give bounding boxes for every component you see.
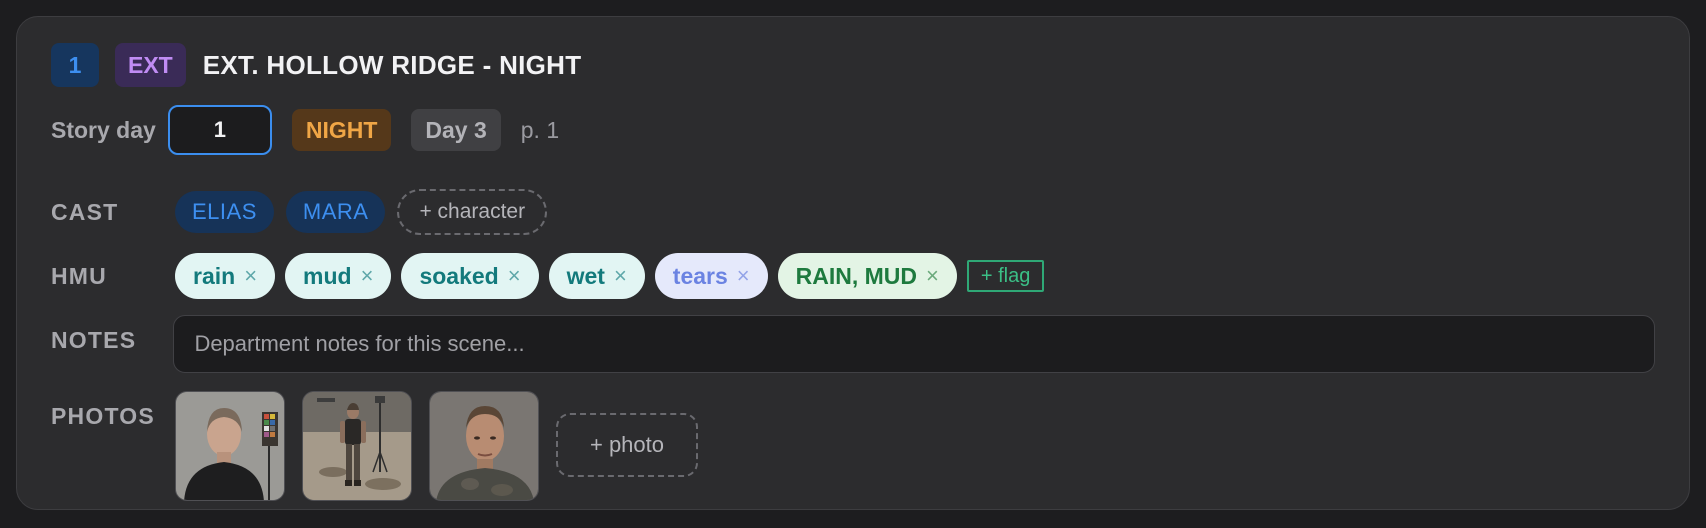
cast-chip[interactable]: ELIAS bbox=[175, 191, 274, 233]
full-body-woman-image bbox=[303, 392, 411, 500]
scene-number-badge: 1 bbox=[51, 43, 99, 87]
shoot-day-badge: Day 3 bbox=[411, 109, 501, 151]
remove-tag-icon[interactable]: × bbox=[737, 263, 750, 289]
photo-thumbnail[interactable] bbox=[302, 391, 412, 501]
add-flag-button[interactable]: + flag bbox=[966, 260, 1045, 292]
remove-tag-icon[interactable]: × bbox=[508, 263, 521, 289]
hmu-tag-label: rain bbox=[193, 262, 236, 289]
hmu-tag: RAIN, MUD × bbox=[777, 253, 957, 299]
photos-row: PHOTOS + photo bbox=[51, 391, 1655, 503]
cast-label: CAST bbox=[51, 198, 119, 225]
hmu-tag: wet × bbox=[548, 253, 645, 299]
hmu-tag-label: RAIN, MUD bbox=[795, 262, 918, 289]
scene-heading: EXT. HOLLOW RIDGE - NIGHT bbox=[202, 49, 582, 80]
hmu-tag-label: mud bbox=[303, 262, 352, 289]
hmu-tag: tears × bbox=[654, 253, 768, 299]
photo-thumbnail[interactable] bbox=[429, 391, 539, 501]
add-photo-button[interactable]: + photo bbox=[556, 413, 698, 477]
remove-tag-icon[interactable]: × bbox=[361, 263, 374, 289]
hmu-label: HMU bbox=[51, 262, 107, 289]
page-reference: p. 1 bbox=[520, 116, 560, 143]
time-of-day-badge: NIGHT bbox=[291, 109, 392, 151]
add-character-button[interactable]: + character bbox=[397, 189, 548, 235]
notes-input[interactable] bbox=[173, 315, 1655, 373]
portrait-woman-image bbox=[176, 392, 284, 500]
remove-tag-icon[interactable]: × bbox=[244, 263, 257, 289]
photos-label: PHOTOS bbox=[51, 403, 155, 429]
cast-chip[interactable]: MARA bbox=[285, 191, 386, 233]
hmu-tag-label: wet bbox=[566, 262, 605, 289]
story-day-row: Story day NIGHT Day 3 p. 1 bbox=[51, 105, 1655, 155]
remove-tag-icon[interactable]: × bbox=[926, 263, 939, 289]
hmu-tag: soaked × bbox=[401, 253, 539, 299]
photo-thumbnail[interactable] bbox=[175, 391, 285, 501]
hmu-tag: mud × bbox=[285, 253, 392, 299]
remove-tag-icon[interactable]: × bbox=[614, 263, 627, 289]
portrait-man-image bbox=[430, 392, 538, 500]
hmu-tag-label: soaked bbox=[419, 262, 499, 289]
notes-label: NOTES bbox=[51, 327, 137, 353]
scene-header: 1 EXT EXT. HOLLOW RIDGE - NIGHT bbox=[51, 43, 1655, 87]
notes-row: NOTES bbox=[51, 315, 1655, 373]
story-day-label: Story day bbox=[51, 116, 156, 143]
scene-card: 1 EXT EXT. HOLLOW RIDGE - NIGHT Story da… bbox=[16, 16, 1690, 510]
int-ext-badge: EXT bbox=[115, 43, 186, 87]
hmu-row: HMU rain × mud × soaked × wet × tears × … bbox=[51, 253, 1655, 299]
hmu-tag: rain × bbox=[175, 253, 276, 299]
cast-row: CAST ELIAS MARA + character bbox=[51, 189, 1655, 235]
story-day-input[interactable] bbox=[167, 105, 272, 155]
hmu-tag-label: tears bbox=[672, 262, 728, 289]
